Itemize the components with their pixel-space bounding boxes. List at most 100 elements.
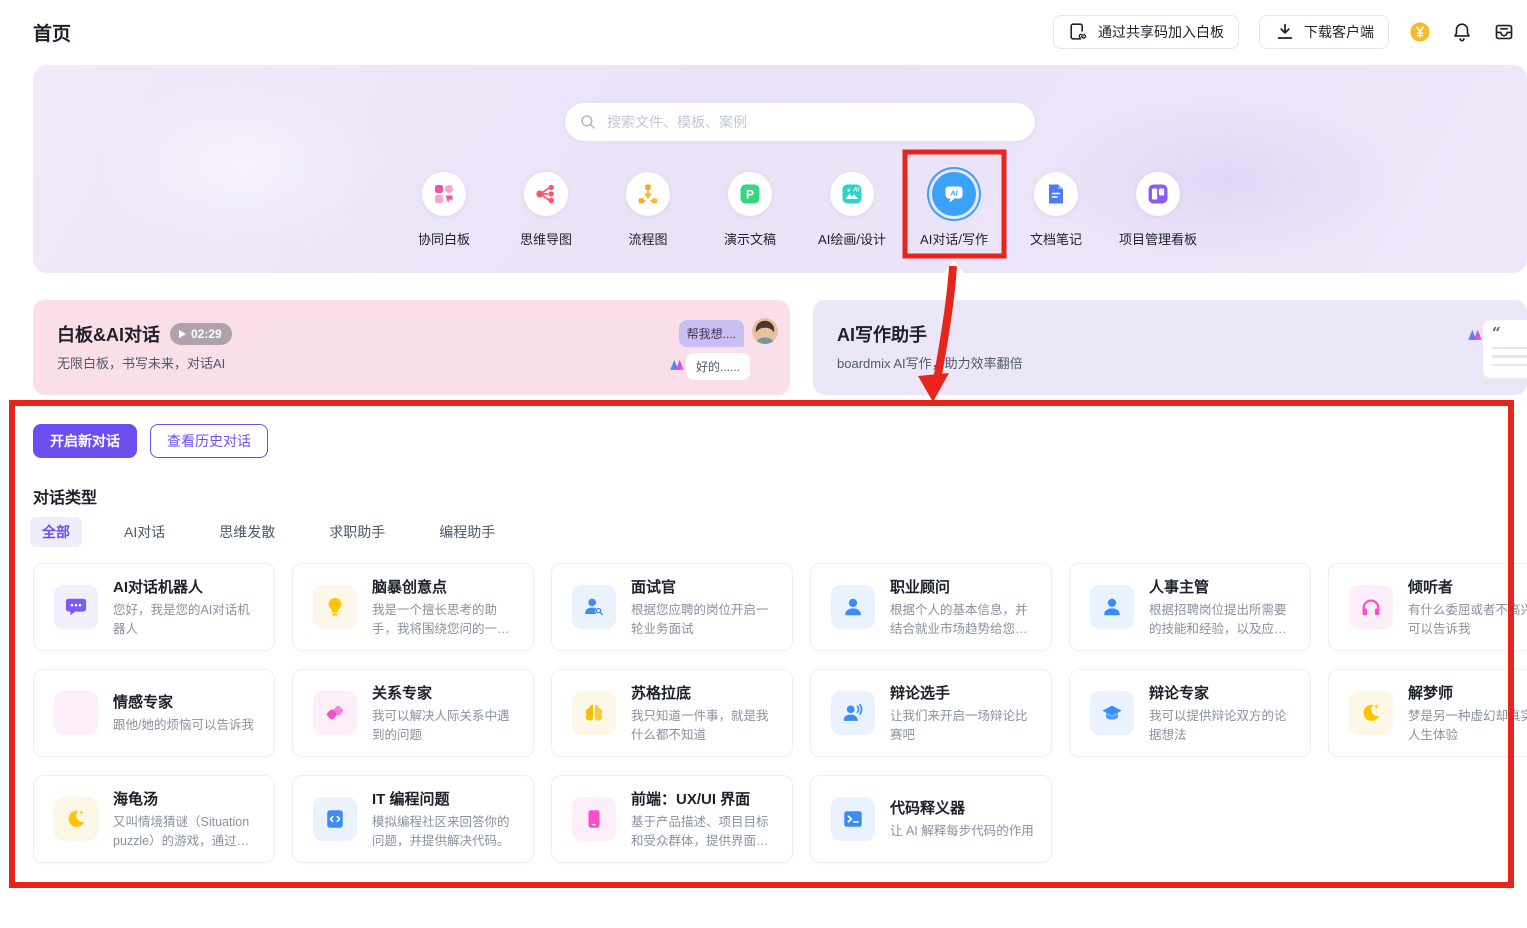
video-duration-badge[interactable]: 02:29 (170, 323, 232, 345)
app-shortcut-ai-paint[interactable]: AI AI绘画/设计 (801, 172, 903, 248)
chat-bot-card[interactable]: 辩论选手让我们来开启一场辩论比赛吧 (810, 669, 1052, 757)
download-client-label: 下载客户端 (1304, 22, 1374, 42)
tab-1[interactable]: AI对话 (112, 517, 177, 547)
flowchart-icon (626, 172, 670, 216)
tab-0[interactable]: 全部 (30, 517, 82, 547)
chat-bot-card[interactable]: 前端：UX/UI 界面基于产品描述、项目目标和受众群体，提供界面设计建议... (551, 775, 793, 863)
card-description: 根据招聘岗位提出所需要的技能和经验，以及应聘者需要... (1149, 601, 1294, 639)
card-title: 情感专家 (113, 691, 254, 712)
tab-3[interactable]: 求职助手 (317, 517, 397, 547)
section-title: 对话类型 (33, 484, 97, 508)
card-description: 我可以提供辩论双方的论据想法 (1149, 707, 1294, 745)
app-shortcut-flowchart[interactable]: 流程图 (597, 172, 699, 248)
chat-bot-card[interactable]: 脑暴创意点我是一个擅长思考的助手，我将围绕您问的一些问题来进... (292, 563, 534, 651)
hero-decoration (93, 75, 393, 255)
svg-text:AI: AI (949, 188, 958, 197)
handshake-icon (313, 691, 357, 735)
chat-bot-card[interactable]: 苏格拉底我只知道一件事，就是我什么都不知道 (551, 669, 793, 757)
ai-writing-banner[interactable]: AI写作助手 boardmix AI写作，助力效率翻倍 “ (813, 300, 1527, 395)
chat-bot-card[interactable]: AI对话机器人您好，我是您的AI对话机器人 (33, 563, 275, 651)
new-chat-button[interactable]: 开启新对话 (33, 424, 137, 458)
kanban-icon (1136, 172, 1180, 216)
download-client-button[interactable]: 下载客户端 (1259, 15, 1389, 49)
card-description: 跟他/她的烦恼可以告诉我 (113, 716, 254, 735)
boardmix-logo (668, 356, 686, 374)
document-lines (1492, 347, 1527, 367)
person-icon (1090, 585, 1134, 629)
moon-icon (54, 797, 98, 841)
person-icon (831, 585, 875, 629)
card-description: 让我们来开启一场辩论比赛吧 (890, 707, 1035, 745)
app-shortcut-label: AI对话/写作 (920, 229, 988, 248)
card-title: 海龟汤 (113, 788, 258, 809)
card-title: 辩论选手 (890, 682, 1035, 703)
chat-bot-card[interactable]: 海龟汤又叫情境猜谜（Situation puzzle）的游戏，通过残缺... (33, 775, 275, 863)
app-shortcut-kanban[interactable]: 项目管理看板 (1107, 172, 1209, 248)
join-by-code-label: 通过共享码加入白板 (1098, 22, 1224, 42)
banner-title: AI写作助手 (837, 321, 927, 347)
quote-document-preview: “ (1483, 320, 1527, 378)
ai-chat-icon: AI (932, 172, 976, 216)
inbox-icon[interactable] (1493, 21, 1515, 43)
phone-icon (572, 797, 616, 841)
card-title: IT 编程问题 (372, 788, 517, 809)
chat-bot-card[interactable]: IT 编程问题模拟编程社区来回答你的问题，并提供解决代码。 (292, 775, 534, 863)
app-shortcut-presentation[interactable]: P演示文稿 (699, 172, 801, 248)
join-by-code-button[interactable]: 通过共享码加入白板 (1053, 15, 1239, 49)
card-title: 职业顾问 (890, 576, 1035, 597)
moon-icon (1349, 691, 1393, 735)
card-title: 关系专家 (372, 682, 517, 703)
chat-bot-card[interactable]: 解梦师梦是另一种虚幻却真实的人生体验 (1328, 669, 1527, 757)
app-shortcut-label: AI绘画/设计 (818, 229, 886, 248)
chat-bubble-user: 帮我想.... (679, 320, 744, 347)
top-bar: 首页 通过共享码加入白板 下载客户端 (0, 0, 1527, 64)
chat-type-tabs: 全部 AI对话思维发散求职助手编程助手 (30, 517, 507, 547)
chat-bot-card[interactable]: 辩论专家我可以提供辩论双方的论据想法 (1069, 669, 1311, 757)
chat-bot-card[interactable]: 关系专家我可以解决人际关系中遇到的问题 (292, 669, 534, 757)
chat-bot-card[interactable]: 情感专家跟他/她的烦恼可以告诉我 (33, 669, 275, 757)
app-shortcut-label: 文档笔记 (1030, 229, 1082, 248)
card-description: 让 AI 解释每步代码的作用 (890, 822, 1034, 841)
chat-bot-card-grid: AI对话机器人您好，我是您的AI对话机器人脑暴创意点我是一个擅长思考的助手，我将… (33, 563, 1527, 863)
card-title: 解梦师 (1408, 682, 1527, 703)
card-title: 脑暴创意点 (372, 576, 517, 597)
download-icon (1274, 21, 1296, 43)
app-shortcut-label: 流程图 (628, 229, 667, 248)
card-title: 面试官 (631, 576, 776, 597)
tab-4[interactable]: 编程助手 (427, 517, 507, 547)
card-description: 我只知道一件事，就是我什么都不知道 (631, 707, 776, 745)
hero-banner: 协同白板思维导图 流程图 P演示文稿 AI AI绘画/设计 AI AI对话/写作 文档笔记 项目… (33, 65, 1527, 273)
svg-text:AI: AI (852, 186, 860, 193)
app-shortcut-ai-chat[interactable]: AI AI对话/写作 (903, 172, 1005, 248)
card-title: 人事主管 (1149, 576, 1294, 597)
headphones-icon (1349, 585, 1393, 629)
app-shortcut-mindmap[interactable]: 思维导图 (495, 172, 597, 248)
graduation-cap-icon (1090, 691, 1134, 735)
heart-icon (54, 691, 98, 735)
person-search-icon (572, 585, 616, 629)
chat-bubble-ai: 好的...... (686, 353, 750, 380)
chat-bot-card[interactable]: 面试官根据您应聘的岗位开启一轮业务面试 (551, 563, 793, 651)
history-chat-button[interactable]: 查看历史对话 (150, 424, 268, 458)
card-title: 苏格拉底 (631, 682, 776, 703)
search-input[interactable] (605, 113, 1027, 131)
coin-icon[interactable] (1409, 21, 1431, 43)
app-shortcut-row: 协同白板思维导图 流程图 P演示文稿 AI AI绘画/设计 AI AI对话/写作 文档笔记 项目… (393, 172, 1209, 248)
chat-bot-card[interactable]: 职业顾问根据个人的基本信息，并结合就业市场趋势给您一些建议 (810, 563, 1052, 651)
chat-bot-card[interactable]: 倾听者有什么委屈或者不高兴都可以告诉我 (1328, 563, 1527, 651)
card-description: 又叫情境猜谜（Situation puzzle）的游戏，通过残缺... (113, 813, 258, 851)
chat-bot-card[interactable]: 人事主管根据招聘岗位提出所需要的技能和经验，以及应聘者需要... (1069, 563, 1311, 651)
header-actions: 通过共享码加入白板 下载客户端 (1053, 15, 1515, 49)
tab-2[interactable]: 思维发散 (207, 517, 287, 547)
card-title: 前端：UX/UI 界面 (631, 788, 776, 809)
notification-bell-icon[interactable] (1451, 21, 1473, 43)
chat-bot-card[interactable]: 代码释义器让 AI 解释每步代码的作用 (810, 775, 1052, 863)
boardmix-logo (1466, 326, 1484, 344)
search-bar[interactable] (565, 103, 1035, 141)
app-shortcut-label: 思维导图 (520, 229, 572, 248)
app-shortcut-collab-board[interactable]: 协同白板 (393, 172, 495, 248)
app-shortcut-doc-note[interactable]: 文档笔记 (1005, 172, 1107, 248)
whiteboard-ai-banner[interactable]: 白板&AI对话 02:29 无限白板，书写未来，对话AI 帮我想.... 好的.… (33, 300, 790, 395)
app-shortcut-label: 演示文稿 (724, 229, 776, 248)
search-icon (579, 113, 597, 131)
